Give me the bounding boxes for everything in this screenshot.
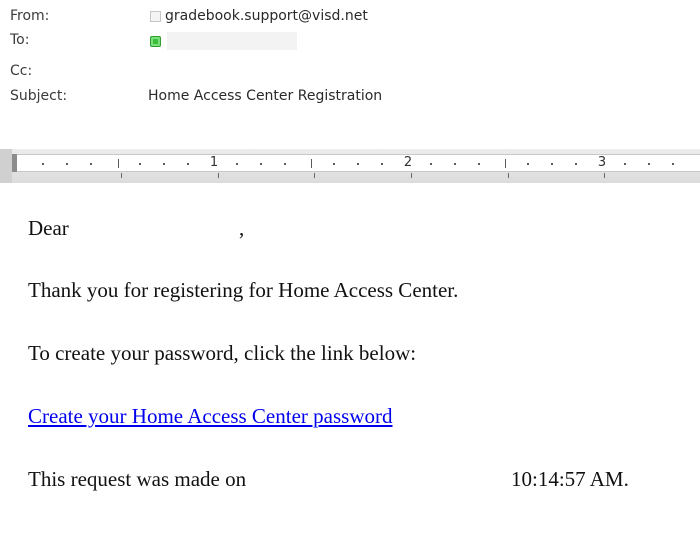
ruler-dot (648, 163, 650, 165)
ruler-dot (672, 163, 674, 165)
cc-label: Cc: (10, 63, 33, 79)
to-row: To: (0, 32, 700, 58)
presence-unknown-icon (150, 10, 161, 22)
subject-value: Home Access Center Registration (148, 88, 383, 104)
ruler-half-mark (118, 159, 119, 168)
ruler-dot (260, 163, 262, 165)
create-password-link-line: Create your Home Access Center password (28, 404, 392, 429)
greeting-line: Dear , (28, 216, 244, 241)
message-header: From: gradebook.support@visd.net To: Cc:… (0, 0, 700, 147)
from-field[interactable]: gradebook.support@visd.net (150, 8, 368, 24)
ruler-half-mark (311, 159, 312, 168)
ruler-number: 3 (597, 155, 607, 170)
from-address[interactable]: gradebook.support@visd.net (165, 8, 368, 24)
greeting-text: Dear (28, 216, 69, 240)
ruler-dot (527, 163, 529, 165)
ruler-tab-tick (218, 173, 219, 178)
request-prefix: This request was made on (28, 467, 247, 491)
ruler-dot (139, 163, 141, 165)
ruler-dot (236, 163, 238, 165)
ruler-dot (42, 163, 44, 165)
ruler-tab-tick (604, 173, 605, 178)
greeting-comma: , (239, 216, 245, 240)
ruler-dot (575, 163, 577, 165)
ruler-dot (90, 163, 92, 165)
from-label: From: (10, 8, 50, 24)
ruler-dot (551, 163, 553, 165)
to-label: To: (10, 32, 30, 48)
cc-row: Cc: (0, 60, 700, 84)
ruler-dot (478, 163, 480, 165)
ruler-dot (381, 163, 383, 165)
ruler-tab-tick (411, 173, 412, 178)
to-recipient-redacted[interactable] (167, 32, 297, 50)
ruler-dot (430, 163, 432, 165)
ruler-left-margin (0, 149, 12, 183)
request-time: 10:14:57 AM. (511, 467, 629, 491)
message-body[interactable]: Dear , Thank you for registering for Hom… (0, 188, 700, 550)
ruler: 1 2 3 (0, 149, 700, 183)
presence-online-icon (150, 35, 161, 47)
instruction-line: To create your password, click the link … (28, 341, 417, 365)
subject-label: Subject: (10, 88, 68, 104)
to-field[interactable] (150, 32, 297, 50)
subject-row: Subject: Home Access Center Registration (0, 85, 700, 109)
ruler-dot (66, 163, 68, 165)
request-line: This request was made on 10:14:57 AM. (28, 467, 629, 492)
ruler-dot (357, 163, 359, 165)
ruler-number: 1 (209, 155, 219, 170)
create-password-link[interactable]: Create your Home Access Center password (28, 404, 392, 428)
ruler-tab-tick (121, 173, 122, 178)
ruler-half-mark (505, 159, 506, 168)
ruler-dot (624, 163, 626, 165)
ruler-tab-tick (314, 173, 315, 178)
ruler-dot (333, 163, 335, 165)
ruler-number: 2 (403, 155, 413, 170)
ruler-dot (163, 163, 165, 165)
ruler-dot (187, 163, 189, 165)
ruler-scale: 1 2 3 (17, 154, 700, 172)
ruler-tab-tick (508, 173, 509, 178)
ruler-dot (454, 163, 456, 165)
thanks-line: Thank you for registering for Home Acces… (28, 278, 459, 302)
from-row: From: gradebook.support@visd.net (0, 5, 700, 29)
ruler-dot (284, 163, 286, 165)
